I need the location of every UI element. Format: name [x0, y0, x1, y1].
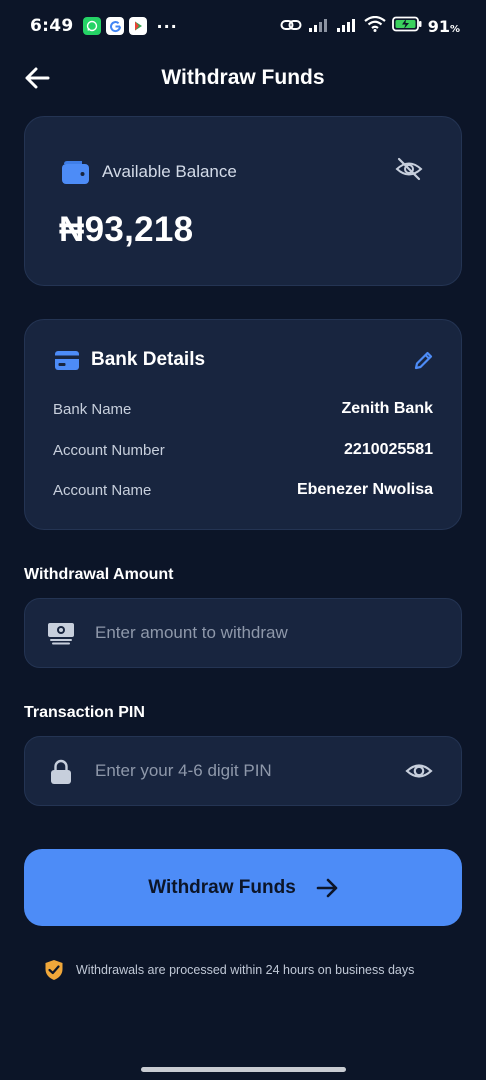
home-indicator[interactable]	[141, 1067, 346, 1072]
withdraw-funds-button[interactable]: Withdraw Funds	[24, 849, 462, 926]
back-button[interactable]	[22, 64, 52, 92]
balance-amount: ₦93,218	[59, 210, 194, 249]
account-number-label: Account Number	[53, 441, 165, 459]
google-icon	[106, 17, 125, 35]
withdrawal-amount-label: Withdrawal Amount	[24, 566, 174, 583]
more-notifications-icon: ···	[156, 16, 178, 36]
withdrawal-amount-input[interactable]	[95, 599, 395, 667]
transaction-pin-label: Transaction PIN	[24, 704, 145, 721]
signal-icon-2	[336, 17, 358, 36]
status-notification-icons: ···	[83, 17, 177, 36]
page-title: Withdraw Funds	[161, 66, 325, 89]
battery-percent: 91%	[428, 17, 460, 36]
balance-label-row: Available Balance	[61, 159, 237, 184]
link-icon	[280, 17, 302, 36]
transaction-pin-field[interactable]	[24, 736, 462, 806]
wifi-icon	[364, 15, 386, 36]
processing-notice-text: Withdrawals are processed within 24 hour…	[76, 963, 415, 977]
balance-card: Available Balance ₦93,218	[24, 116, 462, 286]
account-number-value: 2210025581	[344, 441, 433, 458]
wallet-icon	[62, 161, 89, 184]
withdrawal-amount-field[interactable]	[24, 598, 462, 668]
battery-percent-value: 91	[427, 16, 450, 36]
account-name-label: Account Name	[53, 481, 152, 499]
play-store-icon	[129, 17, 148, 35]
credit-card-icon	[55, 350, 79, 370]
account-name-row: Account Name Ebenezer Nwolisa	[53, 481, 433, 499]
signal-icon-1	[308, 17, 330, 36]
status-system-icons: 91%	[280, 15, 460, 36]
cash-icon	[47, 621, 75, 650]
bank-details-title: Bank Details	[91, 349, 206, 370]
status-time: 6:49	[30, 16, 74, 36]
bank-details-header: Bank Details	[54, 349, 205, 371]
lock-icon	[50, 759, 72, 790]
account-number-row: Account Number 2210025581	[53, 441, 433, 459]
transaction-pin-input[interactable]	[95, 737, 395, 805]
shield-check-icon	[45, 960, 63, 980]
pencil-icon	[414, 351, 433, 370]
bank-name-label: Bank Name	[53, 400, 132, 418]
whatsapp-icon	[83, 17, 102, 35]
header: Withdraw Funds	[0, 56, 486, 100]
bank-name-row: Bank Name Zenith Bank	[53, 400, 433, 418]
eye-off-icon	[395, 157, 423, 181]
edit-bank-button[interactable]	[412, 350, 434, 377]
arrow-left-icon	[25, 67, 50, 89]
battery-percent-unit: %	[449, 23, 460, 35]
status-bar: 6:49 ··· 91%	[0, 0, 486, 52]
arrow-right-icon	[316, 878, 338, 898]
account-name-value: Ebenezer Nwolisa	[296, 481, 433, 498]
bank-name-value: Zenith Bank	[341, 400, 433, 417]
balance-label: Available Balance	[102, 161, 237, 181]
eye-icon	[405, 764, 433, 778]
withdraw-funds-label: Withdraw Funds	[148, 876, 296, 898]
battery-icon	[391, 16, 422, 36]
show-pin-button[interactable]	[405, 759, 433, 788]
processing-notice: Withdrawals are processed within 24 hour…	[44, 959, 414, 981]
hide-balance-button[interactable]	[395, 157, 423, 186]
bank-details-card: Bank Details Bank Name Zenith Bank Accou…	[24, 319, 462, 530]
